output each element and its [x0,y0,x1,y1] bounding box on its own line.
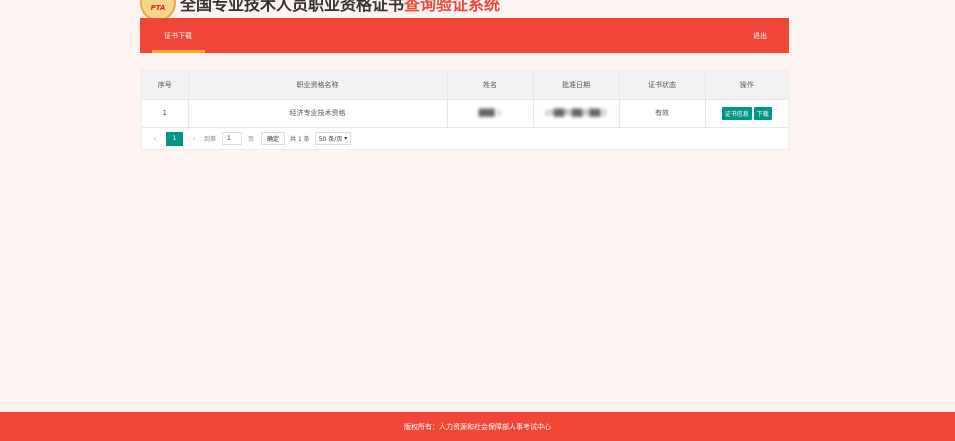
col-header-actions: 操作 [705,71,788,100]
copyright-text: 版权所有：人力资源和社会保障部人事考试中心 [404,422,551,431]
col-header-qualification: 职业资格名称 [188,71,448,100]
table-row: 1 经济专业技术资格 ███ 1 20██年██月██日 有效 证书信息 下载 [142,99,788,128]
top-navbar: 证书下载 退出 [140,18,789,53]
site-footer: 版权所有：人力资源和社会保障部人事考试中心 [0,412,955,441]
cell-qualification: 经济专业技术资格 [188,99,448,128]
page-1-button[interactable]: 1 [166,131,183,146]
cell-index: 1 [142,99,189,128]
cell-name-redacted: ███ 1 [447,99,534,128]
site-title: 全国专业技术人员职业资格证书查询验证系统 [180,0,500,15]
active-tab-indicator [152,50,205,53]
table-header-row: 序号 职业资格名称 姓名 批准日期 证书状态 操作 [142,71,788,100]
site-header: PTA 全国专业技术人员职业资格证书查询验证系统 [140,0,500,21]
certificate-info-button[interactable]: 证书信息 [721,106,752,120]
site-title-accent: 查询验证系统 [404,0,501,14]
goto-confirm-button[interactable]: 确定 [261,132,286,145]
download-button[interactable]: 下载 [753,106,772,120]
tab-certificate-download[interactable]: 证书下载 [152,18,204,53]
col-header-status: 证书状态 [619,71,706,100]
goto-prefix: 到第 [204,136,217,143]
total-count: 共 1 条 [290,136,310,143]
col-header-index: 序号 [142,71,189,100]
goto-page-input[interactable] [222,132,243,145]
certificate-panel: 序号 职业资格名称 姓名 批准日期 证书状态 操作 1 经济专业技术资格 ███… [141,70,789,150]
certificate-table: 序号 职业资格名称 姓名 批准日期 证书状态 操作 1 经济专业技术资格 ███… [142,71,788,128]
pagination: ‹ 1 › 到第 页 确定 共 1 条 50 条/页 ▾ [142,128,788,150]
page-size-value: 50 条/页 [318,136,343,143]
goto-suffix: 页 [248,136,255,143]
prev-page-icon[interactable]: ‹ [148,134,162,143]
logout-link[interactable]: 退出 [753,18,767,53]
cell-actions: 证书信息 下载 [705,99,788,128]
cell-status: 有效 [619,99,706,128]
site-title-main: 全国专业技术人员职业资格证书 [180,0,405,14]
chevron-down-icon: ▾ [344,135,348,142]
cell-date-redacted: 20██年██月██日 [533,99,620,128]
page-size-select[interactable]: 50 条/页 ▾ [314,132,352,145]
logo-text: PTA [150,4,166,12]
col-header-date: 批准日期 [533,71,620,100]
next-page-icon[interactable]: › [187,134,201,143]
col-header-name: 姓名 [447,71,534,100]
tab-label: 证书下载 [164,31,192,40]
